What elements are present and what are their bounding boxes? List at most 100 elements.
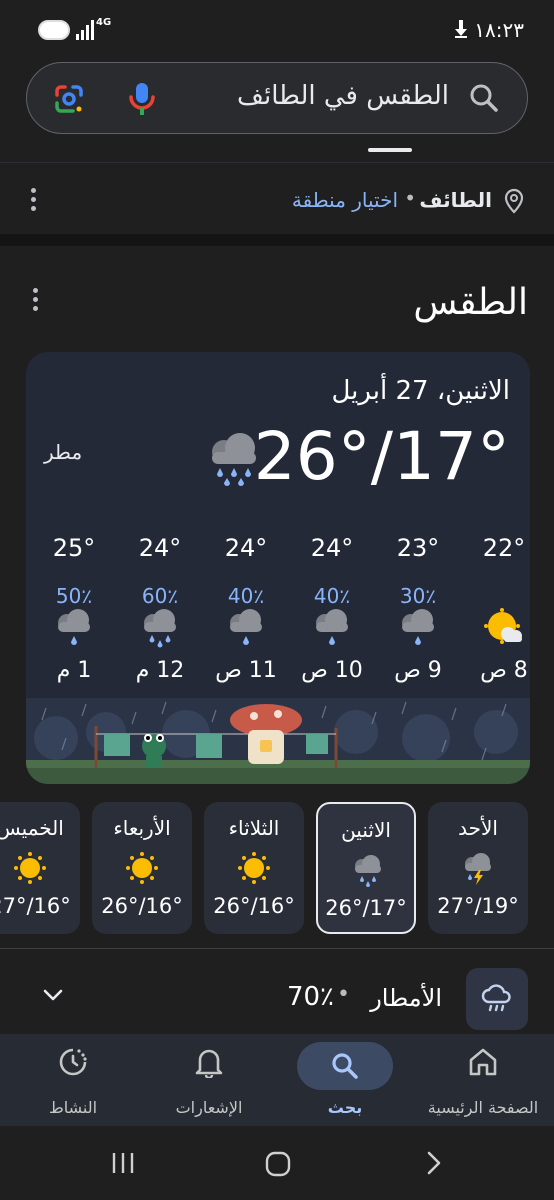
hourly-time: 10 ص	[301, 658, 363, 683]
activity-icon	[59, 1048, 87, 1076]
bottom-navigation: النشاط الإشعارات بحث الصفحة الرئيسية	[0, 1034, 554, 1126]
section-divider	[0, 234, 554, 246]
nav-notifications[interactable]: الإشعارات	[140, 1034, 278, 1126]
choose-region-link[interactable]: اختيار منطقة	[292, 188, 398, 212]
rain-cloud-icon	[58, 609, 90, 645]
microphone-icon[interactable]	[129, 81, 155, 117]
hourly-temp: 24°	[224, 534, 268, 562]
nav-search[interactable]: بحث	[276, 1034, 414, 1126]
day-temps: 27°/16°	[0, 894, 71, 918]
home-icon	[469, 1048, 497, 1076]
location-pin-icon	[504, 188, 524, 214]
network-label: 4G	[96, 17, 112, 28]
hourly-temp: 25°	[52, 534, 96, 562]
hourly-temp: 24°	[138, 534, 182, 562]
hourly-item[interactable]: 24° 60٪ 12 م	[120, 528, 200, 698]
partly-sunny-icon	[484, 608, 522, 644]
location-more-icon[interactable]	[31, 188, 37, 215]
weather-title: الطقس	[413, 282, 528, 323]
weather-condition: مطر	[44, 440, 83, 464]
weather-temp-range: 26°/17°	[253, 418, 510, 495]
search-query[interactable]: الطقس في الطائف	[237, 81, 449, 111]
day-card-wednesday[interactable]: الأربعاء 26°/16°	[92, 802, 192, 934]
tab-indicator	[368, 148, 412, 152]
search-icon[interactable]	[469, 83, 499, 113]
nav-home[interactable]: الصفحة الرئيسية	[414, 1034, 552, 1126]
location-row: الطائف • اختيار منطقة	[0, 164, 554, 234]
hourly-precip: 40٪	[227, 584, 265, 608]
hourly-item[interactable]: 24° 40٪ 11 ص	[206, 528, 286, 698]
signal-icon	[76, 20, 94, 40]
hourly-precip: 30٪	[399, 584, 437, 608]
hourly-item[interactable]: 24° 40٪ 10 ص	[292, 528, 372, 698]
precipitation-value: 70٪	[286, 982, 334, 1012]
rain-cloud-icon	[316, 609, 348, 645]
thunderstorm-icon	[465, 853, 491, 885]
system-navigation-bar	[0, 1126, 554, 1200]
location-separator: •	[404, 186, 416, 210]
hourly-time: 12 م	[135, 658, 185, 683]
hourly-forecast[interactable]: 25° 50٪ 1 م 24° 60٪ 12 م 24° 40٪ 11 ص 24…	[26, 528, 530, 698]
day-name: الأربعاء	[113, 816, 171, 840]
hourly-precip: 40٪	[313, 584, 351, 608]
day-name: الاثنين	[341, 818, 391, 842]
day-temps: 26°/16°	[101, 894, 183, 918]
home-button-icon[interactable]	[264, 1150, 292, 1178]
precipitation-tile	[466, 968, 528, 1030]
day-name: الأحد	[458, 816, 498, 840]
hourly-temp: 23°	[396, 534, 440, 562]
hourly-item[interactable]: 22° 8 ص	[464, 528, 530, 698]
rain-cloud-icon	[230, 609, 262, 645]
recent-apps-icon[interactable]	[110, 1150, 136, 1176]
sun-icon	[126, 852, 158, 884]
chevron-down-icon[interactable]	[42, 988, 64, 1002]
search-bar[interactable]: الطقس في الطائف	[26, 62, 528, 134]
heavy-rain-cloud-icon	[144, 609, 176, 648]
sun-icon	[238, 852, 270, 884]
hourly-item[interactable]: 23° 30٪ 9 ص	[378, 528, 458, 698]
hourly-precip: 60٪	[141, 584, 179, 608]
day-temps: 27°/19°	[437, 894, 519, 918]
hourly-temp: 22°	[482, 534, 526, 562]
rain-cloud-icon	[402, 609, 434, 645]
precipitation-label: الأمطار	[370, 984, 442, 1012]
sun-icon	[14, 852, 46, 884]
hourly-item[interactable]: 25° 50٪ 1 م	[34, 528, 114, 698]
weather-more-icon[interactable]	[33, 288, 39, 315]
status-bar: 4G ١٨:٢٣	[0, 0, 554, 56]
nav-label: بحث	[327, 1098, 363, 1117]
hourly-precip: 50٪	[55, 584, 93, 608]
precipitation-separator: •	[337, 982, 350, 1007]
rain-icon	[481, 984, 511, 1012]
bell-icon	[195, 1049, 223, 1078]
day-card-tuesday[interactable]: الثلاثاء 26°/16°	[204, 802, 304, 934]
hourly-temp: 24°	[310, 534, 354, 562]
hourly-time: 8 ص	[480, 658, 528, 683]
day-temps: 26°/17°	[325, 896, 407, 920]
rain-scene-illustration	[26, 698, 530, 784]
search-icon	[332, 1053, 358, 1079]
weather-card: الاثنين، 27 أبريل 26°/17° مطر 25° 50٪ 1 …	[26, 352, 530, 784]
day-card-monday[interactable]: الاثنين 26°/17°	[316, 802, 416, 934]
hourly-time: 9 ص	[394, 658, 442, 683]
location-city: الطائف	[419, 188, 492, 212]
day-name: الثلاثاء	[228, 816, 280, 840]
status-time: ١٨:٢٣	[474, 18, 524, 42]
nav-activity[interactable]: النشاط	[4, 1034, 142, 1126]
day-temps: 26°/16°	[213, 894, 295, 918]
nav-label: النشاط	[48, 1098, 98, 1117]
google-lens-icon[interactable]	[53, 83, 85, 115]
download-icon	[455, 20, 467, 38]
weather-date: الاثنين، 27 أبريل	[331, 376, 510, 406]
day-card-thursday[interactable]: الخميس 27°/16°	[0, 802, 80, 934]
heavy-rain-cloud-icon	[355, 855, 381, 887]
back-icon[interactable]	[424, 1150, 444, 1176]
day-card-sunday[interactable]: الأحد 27°/19°	[428, 802, 528, 934]
day-name: الخميس	[0, 816, 64, 840]
toggle-pill-icon	[38, 20, 70, 40]
hourly-time: 1 م	[56, 658, 92, 683]
divider	[0, 162, 554, 163]
nav-label: الصفحة الرئيسية	[427, 1098, 539, 1117]
divider	[0, 948, 554, 949]
hourly-time: 11 ص	[215, 658, 277, 683]
